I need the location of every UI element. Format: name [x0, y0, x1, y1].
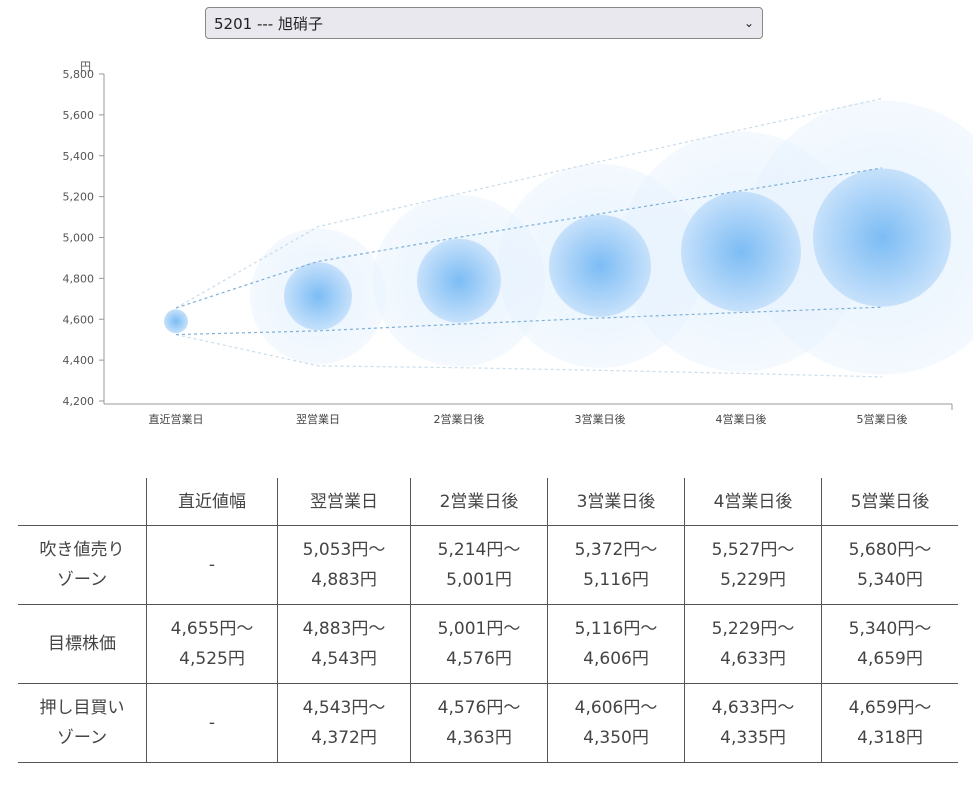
y-tick-label: 5,200 — [63, 191, 95, 204]
price-cell: 5,372円～ 5,116円 — [547, 525, 685, 605]
price-cell: 5,527円～ 5,229円 — [684, 525, 822, 605]
target-bubble — [813, 168, 951, 307]
price-line: 5,527円～ — [711, 540, 795, 560]
table-row: 押し目買いゾーン - 4,543円～ 4,372円 4,576円～ 4,363円 4,606… — [18, 683, 958, 763]
price-line: 4,883円 — [311, 570, 377, 590]
target-bubble — [284, 262, 352, 331]
price-line: 5,680円～ — [848, 540, 932, 560]
price-line: 5,116円 — [583, 570, 649, 590]
price-cell: 4,576円～ 4,363円 — [410, 683, 548, 763]
price-cell: 4,883円～ 4,543円 — [277, 604, 411, 684]
price-line: 4,525円 — [179, 649, 245, 669]
x-tick-label: 2営業日後 — [434, 412, 485, 426]
price-forecast-chart: 円4,2004,4004,6004,8005,0005,2005,4005,60… — [63, 60, 973, 426]
row-label-line: ゾーン — [56, 570, 108, 590]
stock-select[interactable]: 5201 --- 旭硝子 ⌄ — [205, 7, 763, 39]
forecast-table: 直近値幅 翌営業日 2営業日後 3営業日後 4営業日後 5営業日後吹き値売りゾーン - 5,0… — [18, 478, 958, 763]
y-tick-label: 4,600 — [63, 313, 95, 326]
price-cell: 5,229円～ 4,633円 — [684, 604, 822, 684]
price-line: 4,576円 — [446, 649, 512, 669]
column-header — [18, 478, 147, 526]
price-cell: 5,214円～ 5,001円 — [410, 525, 548, 605]
table-row: 吹き値売りゾーン - 5,053円～ 4,883円 5,214円～ 5,001円 5,372… — [18, 525, 958, 605]
y-tick-label: 5,400 — [63, 150, 95, 163]
stock-select-value: 5201 --- 旭硝子 — [214, 14, 323, 33]
price-line: 4,372円 — [311, 728, 377, 748]
target-bubble — [681, 191, 801, 312]
target-bubble — [417, 238, 501, 323]
price-cell: 4,655円～ 4,525円 — [146, 604, 278, 684]
price-line: 4,606円 — [583, 649, 649, 669]
table-header-row: 直近値幅 翌営業日 2営業日後 3営業日後 4営業日後 5営業日後 — [18, 478, 958, 526]
price-cell: 4,606円～ 4,350円 — [547, 683, 685, 763]
price-line: 4,633円～ — [711, 698, 795, 718]
target-bubble — [164, 309, 188, 334]
x-tick-label: 5営業日後 — [857, 412, 908, 426]
column-header: 直近値幅 — [146, 478, 278, 526]
price-cell: - — [146, 683, 278, 763]
x-tick-label: 3営業日後 — [575, 412, 626, 426]
y-tick-label: 4,200 — [63, 395, 95, 408]
price-line: 4,633円 — [720, 649, 786, 669]
x-tick-label: 翌営業日 — [296, 412, 340, 426]
price-line: 4,350円 — [583, 728, 649, 748]
price-line: 5,214円～ — [437, 540, 521, 560]
price-line: 4,655円～ — [170, 619, 254, 639]
price-line: 4,363円 — [446, 728, 512, 748]
price-line: - — [208, 713, 216, 733]
row-label-line: 吹き値売り — [39, 540, 125, 560]
price-line: 4,606円～ — [574, 698, 658, 718]
target-bubble — [549, 214, 651, 317]
price-line: 5,340円～ — [848, 619, 932, 639]
y-tick-label: 4,400 — [63, 354, 95, 367]
price-cell: 4,633円～ 4,335円 — [684, 683, 822, 763]
price-line: 4,335円 — [720, 728, 786, 748]
y-tick-label: 5,000 — [63, 232, 95, 245]
table-row: 目標株価 4,655円～ 4,525円 4,883円～ 4,543円 5,001円～ 4,5… — [18, 604, 958, 684]
price-cell: 5,340円～ 4,659円 — [821, 604, 958, 684]
price-line: 4,883円～ — [302, 619, 386, 639]
price-line: 4,659円～ — [848, 698, 932, 718]
price-cell: 5,116円～ 4,606円 — [547, 604, 685, 684]
price-cell: 5,001円～ 4,576円 — [410, 604, 548, 684]
price-line: 5,372円～ — [574, 540, 658, 560]
row-label-line: 押し目買い — [39, 698, 125, 718]
y-tick-label: 5,600 — [63, 109, 95, 122]
column-header: 3営業日後 — [547, 478, 685, 526]
y-tick-label: 4,800 — [63, 272, 95, 285]
price-line: 4,659円 — [857, 649, 923, 669]
price-cell: 4,543円～ 4,372円 — [277, 683, 411, 763]
column-header: 翌営業日 — [277, 478, 411, 526]
row-label-line: ゾーン — [56, 728, 108, 748]
price-cell: 5,680円～ 5,340円 — [821, 525, 958, 605]
price-line: 5,340円 — [857, 570, 923, 590]
price-cell: 5,053円～ 4,883円 — [277, 525, 411, 605]
price-line: 5,053円～ — [302, 540, 386, 560]
chevron-down-icon: ⌄ — [743, 16, 754, 30]
price-line: 4,318円 — [857, 728, 923, 748]
price-line: 5,229円～ — [711, 619, 795, 639]
price-line: 5,116円～ — [574, 619, 658, 639]
row-label: 吹き値売り ゾーン — [18, 525, 147, 605]
row-label: 目標株価 — [18, 604, 147, 684]
x-tick-label: 4営業日後 — [716, 412, 767, 426]
column-header: 4営業日後 — [684, 478, 822, 526]
price-line: - — [208, 555, 216, 575]
price-line: 5,229円 — [720, 570, 786, 590]
row-label: 押し目買い ゾーン — [18, 683, 147, 763]
column-header: 2営業日後 — [410, 478, 548, 526]
row-label-line: 目標株価 — [48, 634, 116, 654]
x-tick-label: 直近営業日 — [149, 412, 204, 426]
price-line: 5,001円～ — [437, 619, 521, 639]
price-cell: 4,659円～ 4,318円 — [821, 683, 958, 763]
price-line: 4,543円～ — [302, 698, 386, 718]
price-line: 5,001円 — [446, 570, 512, 590]
price-line: 4,543円 — [311, 649, 377, 669]
price-line: 4,576円～ — [437, 698, 521, 718]
y-tick-label: 5,800 — [63, 68, 95, 81]
price-cell: - — [146, 525, 278, 605]
column-header: 5営業日後 — [821, 478, 958, 526]
